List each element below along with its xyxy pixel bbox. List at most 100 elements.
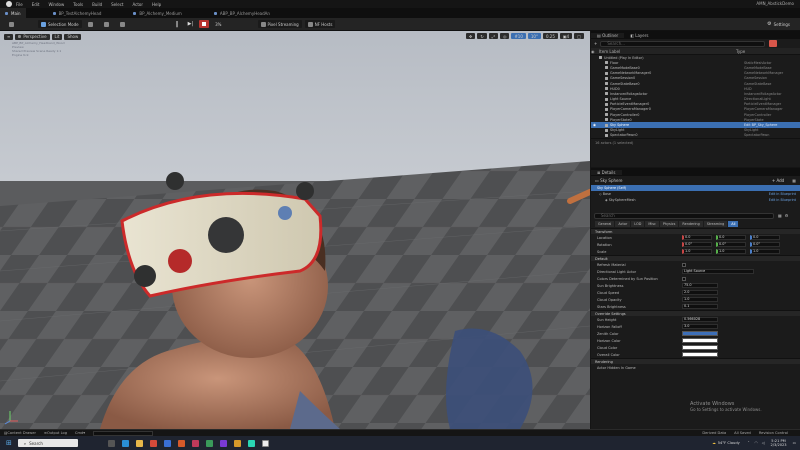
cmd-dropdown[interactable]: Cmd ▾ <box>75 431 85 435</box>
menu-window[interactable]: Window <box>48 2 64 7</box>
menu-help[interactable]: Help <box>152 2 161 7</box>
translate-button[interactable]: ✥ <box>466 33 476 39</box>
windows-start-icon[interactable]: ⊞ <box>6 439 12 447</box>
property-value-field[interactable]: 2.0 <box>682 290 718 295</box>
outliner-row[interactable]: GameModeBase0 GameModeBase <box>591 65 800 70</box>
outliner-row[interactable]: Floor StaticMeshActor <box>591 60 800 65</box>
perspective-button[interactable]: Perspective <box>15 33 50 40</box>
property-value-field[interactable]: 0.1 <box>682 304 718 309</box>
nf-hosts-dropdown[interactable]: NF Hosts <box>304 20 336 28</box>
outliner-row[interactable]: InstancedFoliageActor InstancedFoliageAct… <box>591 91 800 96</box>
visibility-eye-icon[interactable]: ◉ <box>591 123 599 127</box>
category-tab[interactable]: Streaming <box>703 221 728 227</box>
tab-bp-testalchemyhead[interactable]: BP_TestAlchemyHead <box>48 8 107 18</box>
lit-button[interactable]: Lit <box>51 33 63 40</box>
viewport-options-button[interactable]: ≡ <box>4 33 14 40</box>
task-view-icon[interactable] <box>107 439 115 447</box>
transform-value-field[interactable]: 1.0 <box>716 249 746 254</box>
maximize-viewport-button[interactable]: □ <box>574 33 584 39</box>
app-icon[interactable] <box>191 439 199 447</box>
settings-button[interactable]: ⚙ Settings <box>764 20 793 28</box>
explorer-icon[interactable] <box>135 439 143 447</box>
app-icon[interactable] <box>177 439 185 447</box>
all-saved-button[interactable]: All Saved <box>734 431 751 435</box>
scale-snap-button[interactable]: 0.25 <box>542 33 558 39</box>
outliner-row[interactable]: GameNetworkManager0 GameNetworkManager <box>591 71 800 76</box>
pixel-streaming-dropdown[interactable]: Pixel Streaming <box>257 20 302 28</box>
category-tab[interactable]: Actor <box>615 221 631 227</box>
blueprint-button[interactable] <box>101 20 114 28</box>
menu-select[interactable]: Select <box>111 2 123 7</box>
menu-actor[interactable]: Actor <box>132 2 143 7</box>
color-swatch[interactable] <box>682 345 718 350</box>
category-tab[interactable]: All <box>728 221 739 227</box>
column-item-label[interactable]: Item Label <box>599 49 736 54</box>
selection-mode-dropdown[interactable]: Selection Mode <box>38 20 82 28</box>
chrome-icon[interactable] <box>149 439 157 447</box>
volume-icon[interactable]: ◁ <box>762 441 765 445</box>
app-icon[interactable] <box>219 439 227 447</box>
store-icon[interactable] <box>163 439 171 447</box>
app-icon[interactable] <box>247 439 255 447</box>
transform-value-field[interactable]: 0.0° <box>716 242 746 247</box>
transform-value-field[interactable]: 0.0 <box>750 235 780 240</box>
category-tab[interactable]: Rendering <box>679 221 703 227</box>
tab-layers[interactable]: ◧ Layers <box>624 33 654 38</box>
network-icon[interactable]: ◠ <box>755 441 758 445</box>
menu-tools[interactable]: Tools <box>73 2 83 7</box>
component-row-mesh[interactable]: ◈ SkySphereMesh Edit in Blueprint <box>591 197 800 203</box>
transform-value-field[interactable]: 0.0° <box>682 242 712 247</box>
tab-main[interactable]: Main <box>0 8 26 18</box>
transform-value-field[interactable]: 0.0° <box>750 242 780 247</box>
notifications-icon[interactable]: ▭ <box>793 441 796 445</box>
property-value-field[interactable]: 0.566028 <box>682 317 718 322</box>
edge-icon[interactable] <box>121 439 129 447</box>
category-tab[interactable]: Physics <box>659 221 679 227</box>
show-button[interactable]: Show <box>64 33 82 40</box>
console-input[interactable] <box>93 430 154 436</box>
category-tab[interactable]: LOD <box>631 221 645 227</box>
stop-button[interactable] <box>199 20 210 28</box>
checkbox[interactable] <box>682 262 686 267</box>
app-icon[interactable] <box>233 439 241 447</box>
taskbar-search-input[interactable]: ⌕ Search <box>17 439 78 447</box>
details-search-input[interactable]: Search <box>594 212 774 219</box>
color-swatch[interactable] <box>682 338 718 343</box>
transform-value-field[interactable]: 1.0 <box>750 249 780 254</box>
property-value-field[interactable]: 3.0 <box>682 324 718 329</box>
transform-value-field[interactable]: 0.0 <box>682 235 712 240</box>
output-log-button[interactable]: ≡ Output Log <box>44 431 67 435</box>
pause-button[interactable]: ‖ <box>173 20 182 28</box>
grid-snap-button[interactable]: #10 <box>511 33 526 39</box>
category-tab[interactable]: Misc <box>645 221 659 227</box>
menu-file[interactable]: File <box>16 2 23 7</box>
rotate-button[interactable]: ↻ <box>477 33 487 39</box>
settings-icon[interactable]: ⚙ <box>785 213 789 218</box>
column-type[interactable]: Type <box>736 49 745 54</box>
step-button[interactable]: ▶| <box>185 20 197 28</box>
menu-edit[interactable]: Edit <box>32 2 40 7</box>
tab-abp-alchemyhead[interactable]: ABP_BP_AlchemyHeadAn <box>209 8 275 18</box>
outliner-row[interactable]: PlayerCameraManager0 PlayerCameraManager <box>591 107 800 112</box>
save-button[interactable] <box>6 20 19 28</box>
add-actor-button[interactable] <box>85 20 98 28</box>
edit-in-blueprint-link[interactable]: Edit in Blueprint <box>769 192 796 196</box>
outliner-row[interactable]: ◉ Sky Sphere Edit BP_Sky_Sphere <box>591 122 800 128</box>
edit-in-blueprint-link[interactable]: Edit in Blueprint <box>769 198 796 202</box>
outliner-row[interactable]: ParticleEventManager0 ParticleEventManage… <box>591 102 800 107</box>
outliner-search-input[interactable]: Search... <box>600 40 766 47</box>
revision-control-button[interactable]: Revision Control <box>759 431 788 435</box>
clock[interactable]: 5:21 PM 2/3/2023 <box>770 439 786 448</box>
tab-outliner[interactable]: ▤ Outliner <box>591 32 625 38</box>
camera-speed-button[interactable]: ▣ 4 <box>559 33 573 39</box>
color-swatch[interactable] <box>682 331 718 336</box>
transform-value-field[interactable]: 0.0 <box>716 235 746 240</box>
filter-icon[interactable] <box>769 40 778 47</box>
add-filter-icon[interactable]: + <box>594 41 597 46</box>
app-icon[interactable] <box>205 439 213 447</box>
transform-value-field[interactable]: 1.0 <box>682 249 712 254</box>
property-value-field[interactable]: 1.0 <box>682 297 718 302</box>
category-tab[interactable]: General <box>595 221 615 227</box>
checkbox[interactable] <box>682 276 686 281</box>
table-view-icon[interactable]: ▦ <box>778 213 782 218</box>
